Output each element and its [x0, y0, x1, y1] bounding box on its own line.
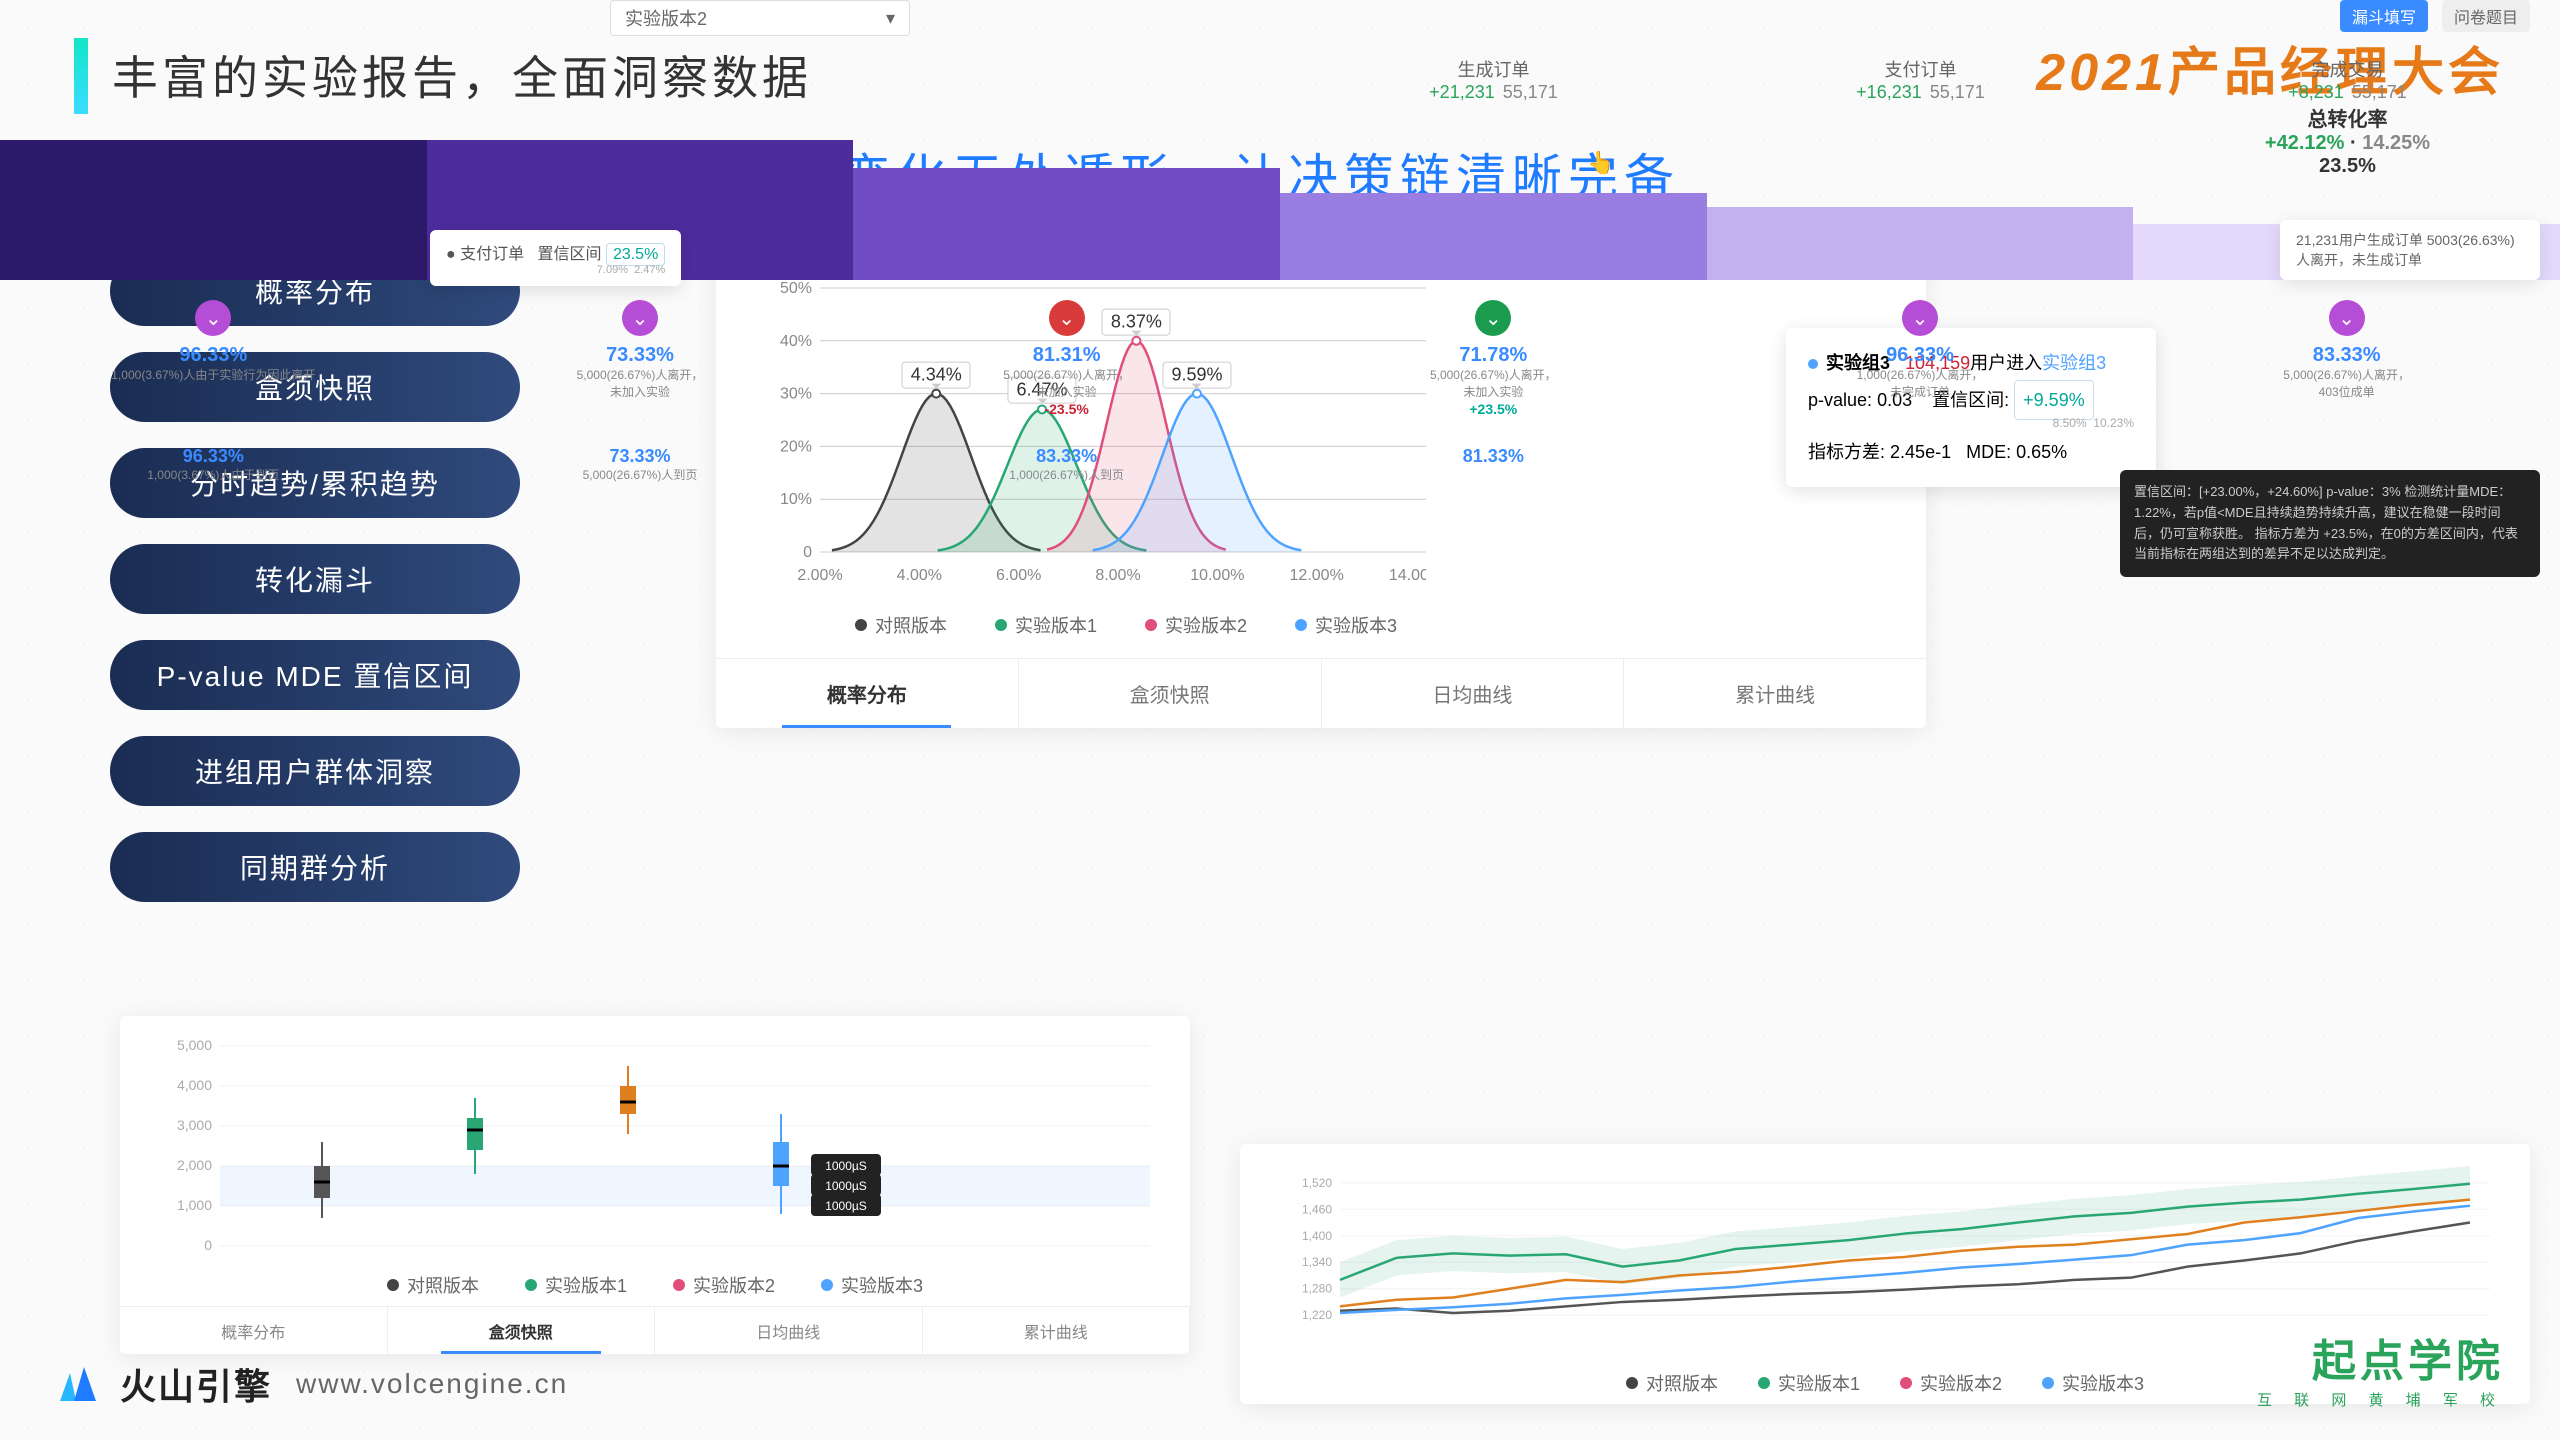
legend-item[interactable]: 对照版本	[1626, 1370, 1718, 1396]
cursor-icon: 👆	[1587, 150, 1614, 176]
legend-item[interactable]: 实验版本1	[525, 1272, 627, 1298]
svg-text:12.00%: 12.00%	[1290, 567, 1344, 584]
funnel-detail-tip: 置信区间：[+23.00%，+24.60%] p-value：3% 检测统计量M…	[2120, 470, 2540, 577]
boxplot-legend: 对照版本 实验版本1 实验版本2 实验版本3	[120, 1272, 1190, 1298]
legend-item[interactable]: 实验版本3	[1295, 612, 1397, 638]
svg-text:4.00%: 4.00%	[897, 567, 942, 584]
qidian-logo: 起点学院互 联 网 黄 埔 军 校	[2257, 1325, 2504, 1410]
volcengine-url: www.volcengine.cn	[296, 1368, 568, 1400]
funnel-tooltip: ● 支付订单 置信区间 23.5% 7.09% 2.47%	[430, 230, 681, 286]
legend-item[interactable]: 实验版本3	[821, 1272, 923, 1298]
svg-text:1000µS: 1000µS	[825, 1159, 867, 1173]
svg-text:1,220: 1,220	[1302, 1308, 1332, 1322]
legend-item[interactable]: 实验版本1	[995, 612, 1097, 638]
pill-5[interactable]: P-value MDE 置信区间	[110, 640, 520, 710]
svg-text:50%: 50%	[780, 280, 812, 297]
tab-1[interactable]: 盒须快照	[1019, 659, 1322, 728]
svg-text:1,280: 1,280	[1302, 1282, 1332, 1296]
tab-0[interactable]: 概率分布	[716, 659, 1019, 728]
svg-text:1,000: 1,000	[177, 1197, 212, 1213]
funnel-version-select[interactable]: 实验版本2▾	[610, 0, 910, 36]
svg-text:0: 0	[803, 544, 812, 561]
tab-3[interactable]: 累计曲线	[923, 1307, 1191, 1354]
svg-text:6.00%: 6.00%	[996, 567, 1041, 584]
legend-item[interactable]: 对照版本	[855, 612, 947, 638]
svg-text:2.00%: 2.00%	[797, 567, 842, 584]
distribution-tabs: 概率分布盒须快照日均曲线累计曲线	[716, 658, 1926, 728]
funnel-btn-primary[interactable]: 漏斗填写	[2340, 0, 2428, 32]
legend-item[interactable]: 实验版本2	[1900, 1370, 2002, 1396]
boxplot-tabs: 概率分布盒须快照日均曲线累计曲线	[120, 1306, 1190, 1354]
svg-text:1000µS: 1000µS	[825, 1199, 867, 1213]
legend-item[interactable]: 实验版本2	[1145, 612, 1247, 638]
distribution-legend: 对照版本 实验版本1 实验版本2 实验版本3	[776, 612, 1476, 638]
tab-1[interactable]: 盒须快照	[388, 1307, 656, 1354]
svg-text:4,000: 4,000	[177, 1077, 212, 1093]
card-box-whisker: 0 1,000 2,000 3,000 4,000 5,000 1000µS 1000µS 10…	[120, 1016, 1190, 1354]
svg-text:2,000: 2,000	[177, 1157, 212, 1173]
funnel-btn-secondary[interactable]: 问卷题目	[2442, 0, 2530, 32]
svg-text:1,400: 1,400	[1302, 1229, 1332, 1243]
svg-text:1000µS: 1000µS	[825, 1179, 867, 1193]
svg-text:10%: 10%	[780, 491, 812, 508]
svg-text:1,340: 1,340	[1302, 1255, 1332, 1269]
legend-item[interactable]: 实验版本1	[1758, 1370, 1860, 1396]
pill-4[interactable]: 转化漏斗	[110, 544, 520, 614]
tab-2[interactable]: 日均曲线	[1322, 659, 1625, 728]
tab-3[interactable]: 累计曲线	[1624, 659, 1926, 728]
legend-item[interactable]: 实验版本2	[673, 1272, 775, 1298]
boxplot: 0 1,000 2,000 3,000 4,000 5,000 1000µS 1000µS 10…	[160, 1036, 1150, 1256]
svg-text:5,000: 5,000	[177, 1037, 212, 1053]
svg-text:14.00%: 14.00%	[1389, 567, 1426, 584]
legend-item[interactable]: 对照版本	[387, 1272, 479, 1298]
volcengine-logo: 火山引擎	[56, 1358, 272, 1410]
chevron-down-icon: ▾	[886, 8, 895, 29]
svg-text:3,000: 3,000	[177, 1117, 212, 1133]
pill-7[interactable]: 同期群分析	[110, 832, 520, 902]
trend-plot: 1,220 1,280 1,340 1,400 1,460 1,520	[1280, 1164, 2490, 1334]
svg-text:1,520: 1,520	[1302, 1176, 1332, 1190]
svg-text:8.00%: 8.00%	[1095, 567, 1140, 584]
funnel-bars	[0, 140, 2560, 280]
svg-text:1,460: 1,460	[1302, 1202, 1332, 1216]
svg-text:0: 0	[204, 1237, 212, 1253]
tab-0[interactable]: 概率分布	[120, 1307, 388, 1354]
funnel-side-tip: 21,231用户生成订单 5003(26.63%)人离开，未生成订单	[2280, 220, 2540, 280]
svg-text:10.00%: 10.00%	[1190, 567, 1244, 584]
pill-6[interactable]: 进组用户群体洞察	[110, 736, 520, 806]
legend-item[interactable]: 实验版本3	[2042, 1370, 2144, 1396]
tab-2[interactable]: 日均曲线	[655, 1307, 923, 1354]
